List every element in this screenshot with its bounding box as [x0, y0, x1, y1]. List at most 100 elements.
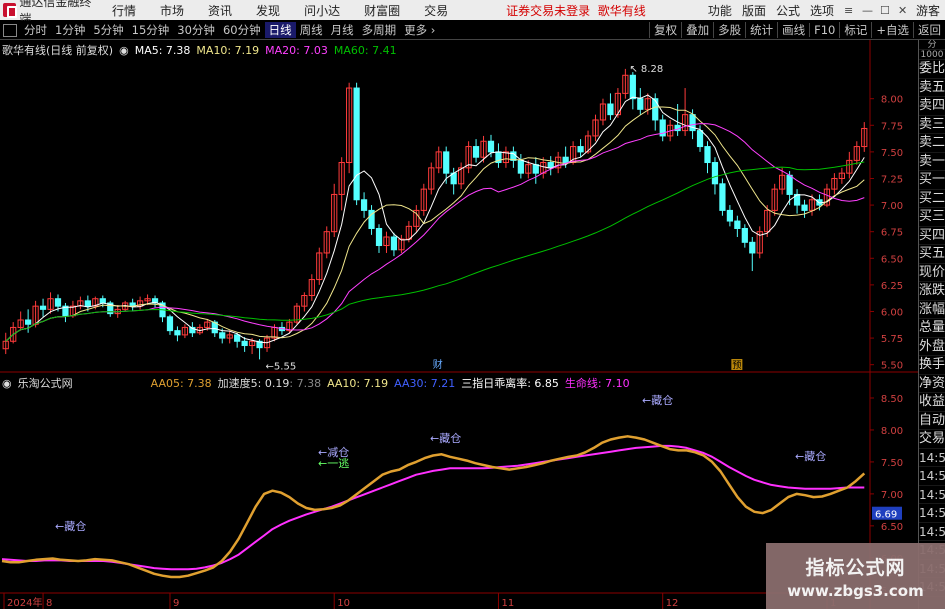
candle-body — [532, 164, 539, 174]
menu-item-trade[interactable]: 交易 — [412, 2, 460, 19]
menu-item-ask[interactable]: 问小达 — [292, 2, 352, 19]
period-daily[interactable]: 日线 — [264, 22, 296, 38]
maximize-icon[interactable]: ☐ — [875, 4, 893, 17]
minimize-icon[interactable]: — — [857, 4, 875, 17]
side-quote-label[interactable]: 换手 — [919, 356, 945, 375]
candle-body — [241, 340, 248, 347]
side-quote-label[interactable]: 外盘 — [919, 338, 945, 356]
tool-draw[interactable]: 画线 — [777, 22, 809, 38]
aa30-value: AA30: 7.21 — [394, 376, 456, 390]
menu-item-news[interactable]: 资讯 — [196, 2, 244, 19]
header-dot-icon[interactable]: ◉ — [119, 44, 129, 57]
candle-body — [174, 330, 181, 336]
period-60min[interactable]: 60分钟 — [219, 22, 265, 38]
side-quote-label[interactable]: 涨幅 — [919, 301, 945, 319]
login-notice[interactable]: 证券交易未登录 歌华有线 — [506, 2, 646, 19]
tool-add-watch[interactable]: +自选 — [871, 22, 913, 38]
x-tick-label: 11 — [501, 598, 514, 609]
candle-body — [801, 204, 808, 211]
tool-back[interactable]: 返回 — [913, 22, 945, 38]
side-quote-label[interactable]: 收益 — [919, 393, 945, 412]
tool-mark[interactable]: 标记 — [839, 22, 871, 38]
candle-body — [219, 332, 226, 339]
side-quote-label[interactable]: 买一 — [919, 171, 945, 190]
side-quote-label[interactable]: 买四 — [919, 227, 945, 245]
side-quote-label[interactable]: 卖四 — [919, 97, 945, 116]
period-monthly[interactable]: 月线 — [327, 22, 358, 38]
menu-item-quotes[interactable]: 行情 — [100, 2, 148, 19]
side-quote-label[interactable]: 涨跌 — [919, 282, 945, 301]
ind-y-tick-label: 7.00 — [881, 490, 903, 501]
side-quote-label[interactable]: 现价 — [919, 264, 945, 282]
period-weekly[interactable]: 周线 — [296, 22, 327, 38]
x-tick-label: 10 — [337, 598, 350, 609]
candle-body — [39, 305, 47, 310]
main-y-tick-label: 6.00 — [881, 307, 903, 318]
life-line — [1, 444, 865, 571]
indicator-dot-icon[interactable]: ◉ — [2, 377, 12, 390]
period-more[interactable]: 更多 › — [400, 22, 439, 38]
tool-stats[interactable]: 统计 — [745, 22, 777, 38]
candle-body — [607, 103, 614, 116]
period-timeshare[interactable]: 分时 — [20, 22, 51, 38]
guest-login[interactable]: 游客 — [911, 2, 945, 19]
side-quote-label[interactable]: 买五 — [919, 245, 945, 264]
menu-function[interactable]: 功能 — [703, 2, 737, 19]
candle-body — [704, 146, 711, 164]
chart-area[interactable]: 8.00 7.75 7.50 7.25 7.00 6.75 6.50 6.25 6.00 5.75… — [0, 40, 918, 609]
side-quote-label[interactable]: 买二 — [919, 190, 945, 208]
watermark-title: 指标公式网 — [805, 556, 906, 579]
finance-marker: 财 — [433, 358, 443, 371]
main-y-tick-label: 5.50 — [881, 361, 903, 372]
main-chart-header: 歌华有线(日线 前复权) ◉ MA5: 7.38 MA10: 7.19 MA20… — [2, 42, 403, 58]
side-quote-label[interactable]: 卖二 — [919, 134, 945, 153]
tool-f10[interactable]: F10 — [809, 23, 839, 37]
watermark-url: www.zbgs3.com — [787, 581, 924, 600]
signal-annotation: ←藏仓 — [642, 393, 673, 407]
period-5min[interactable]: 5分钟 — [89, 22, 127, 38]
tool-overlay[interactable]: 叠加 — [681, 22, 713, 38]
menu-toggle-icon[interactable]: ≡ — [839, 4, 857, 17]
side-quote-label[interactable]: 卖一 — [919, 153, 945, 171]
tool-adjust[interactable]: 复权 — [649, 22, 681, 38]
close-icon[interactable]: ✕ — [893, 4, 911, 17]
signal-annotation: ←藏仓 — [55, 519, 86, 533]
forecast-marker: 预 — [732, 360, 741, 371]
accel-value: 加速度5: 0.19 — [217, 377, 290, 390]
candle-body — [360, 199, 368, 211]
candle-body — [487, 140, 495, 153]
menu-item-discover[interactable]: 发现 — [244, 2, 292, 19]
signal-annotation: ←藏仓 — [430, 431, 461, 445]
menu-options[interactable]: 选项 — [805, 2, 839, 19]
tool-multi-stock[interactable]: 多股 — [713, 22, 745, 38]
ind-y-tick-label: 8.00 — [881, 426, 903, 437]
period-30min[interactable]: 30分钟 — [173, 22, 219, 38]
side-time-label: 14:56 — [919, 467, 945, 486]
aa05-line — [1, 435, 866, 579]
menu-formula[interactable]: 公式 — [771, 2, 805, 19]
side-quote-label[interactable]: 委比 — [919, 60, 945, 79]
period-1min[interactable]: 1分钟 — [51, 22, 89, 38]
side-tiny-label: 1000 — [919, 50, 945, 60]
period-15min[interactable]: 15分钟 — [128, 22, 174, 38]
menu-item-market[interactable]: 市场 — [148, 2, 196, 19]
layout-toggle-icon[interactable] — [3, 23, 17, 37]
side-quote-label[interactable]: 买三 — [919, 208, 945, 227]
candle-body — [472, 146, 480, 158]
ma5-value: MA5: 7.38 — [134, 43, 191, 57]
low-price-label: ←5.55 — [266, 361, 297, 372]
main-y-tick-label: 8.00 — [881, 95, 903, 106]
side-quote-label[interactable]: 总量 — [919, 319, 945, 338]
menu-layout[interactable]: 版面 — [737, 2, 771, 19]
candle-body — [629, 74, 636, 100]
x-tick-label: 9 — [173, 598, 179, 609]
ma60-value: MA60: 7.41 — [333, 43, 397, 57]
menu-item-wealth[interactable]: 财富圈 — [352, 2, 412, 19]
side-quote-label[interactable]: 卖五 — [919, 79, 945, 97]
candle-body — [719, 183, 726, 211]
side-quote-label[interactable]: 交易 — [919, 430, 945, 449]
side-quote-label[interactable]: 卖三 — [919, 116, 945, 134]
period-multi[interactable]: 多周期 — [358, 22, 401, 38]
side-quote-label[interactable]: 自动 — [919, 412, 945, 430]
side-quote-label[interactable]: 净资 — [919, 375, 945, 393]
